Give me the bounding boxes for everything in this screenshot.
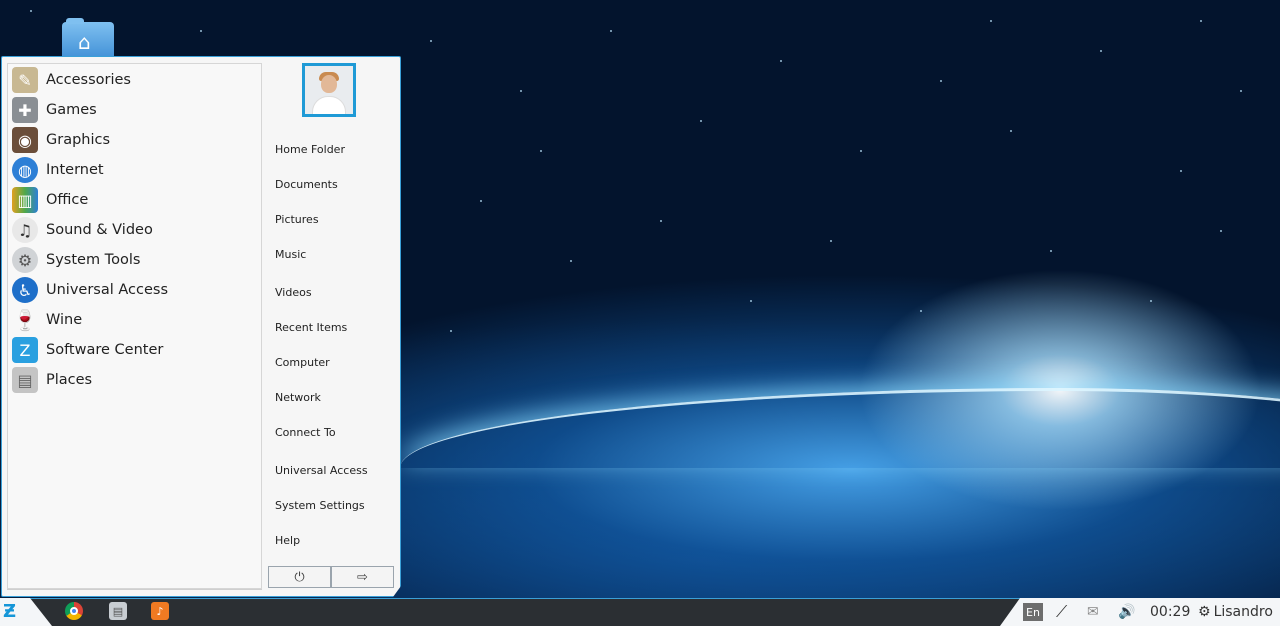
power-icon: ⏻ bbox=[294, 569, 305, 585]
file-manager-icon[interactable]: ▤ bbox=[109, 602, 127, 620]
place-videos[interactable]: Videos bbox=[275, 286, 312, 299]
headphones-icon: ♫ bbox=[12, 217, 38, 243]
category-label: Office bbox=[46, 192, 89, 208]
language-indicator[interactable]: En bbox=[1023, 601, 1043, 623]
category-label: Sound & Video bbox=[46, 222, 153, 238]
accessories-icon: ✎ bbox=[12, 67, 38, 93]
shutdown-button[interactable]: ⏻ bbox=[268, 566, 331, 588]
category-label: System Tools bbox=[46, 252, 141, 268]
gear-icon: ⚙ bbox=[1198, 604, 1211, 620]
music-player-icon[interactable]: ♪ bbox=[151, 602, 169, 620]
place-system-settings[interactable]: System Settings bbox=[275, 499, 365, 512]
place-recent-items[interactable]: Recent Items bbox=[275, 321, 347, 334]
user-avatar[interactable] bbox=[302, 63, 356, 117]
category-games[interactable]: ✚ Games bbox=[12, 96, 257, 124]
place-network[interactable]: Network bbox=[275, 391, 321, 404]
drive-icon: ▤ bbox=[12, 367, 38, 393]
start-menu: ✎ Accessories ✚ Games ◉ Graphics ◍ Inter… bbox=[1, 56, 401, 597]
gamepad-icon: ✚ bbox=[12, 97, 38, 123]
category-wine[interactable]: 🍷 Wine bbox=[12, 306, 257, 334]
house-icon: ⌂ bbox=[78, 30, 91, 54]
category-office[interactable]: ▥ Office bbox=[12, 186, 257, 214]
gears-icon: ⚙ bbox=[12, 247, 38, 273]
category-label: Games bbox=[46, 102, 97, 118]
place-music[interactable]: Music bbox=[275, 248, 306, 261]
user-menu[interactable]: ⚙ Lisandro bbox=[1198, 601, 1273, 623]
category-software-center[interactable]: Z Software Center bbox=[12, 336, 257, 364]
category-label: Software Center bbox=[46, 342, 164, 358]
divider bbox=[7, 589, 262, 590]
chrome-icon[interactable] bbox=[65, 602, 83, 620]
globe-icon: ◍ bbox=[12, 157, 38, 183]
category-system-tools[interactable]: ⚙ System Tools bbox=[12, 246, 257, 274]
category-internet[interactable]: ◍ Internet bbox=[12, 156, 257, 184]
graphics-icon: ◉ bbox=[12, 127, 38, 153]
category-label: Places bbox=[46, 372, 93, 388]
category-universal-access[interactable]: ♿ Universal Access bbox=[12, 276, 257, 304]
office-icon: ▥ bbox=[12, 187, 38, 213]
language-label: En bbox=[1023, 603, 1043, 621]
network-icon[interactable]: ⟋ bbox=[1056, 601, 1067, 623]
place-help[interactable]: Help bbox=[275, 534, 300, 547]
place-computer[interactable]: Computer bbox=[275, 356, 330, 369]
category-places[interactable]: ▤ Places bbox=[12, 366, 257, 394]
user-name: Lisandro bbox=[1213, 604, 1273, 620]
category-label: Accessories bbox=[46, 72, 131, 88]
category-label: Wine bbox=[46, 312, 83, 328]
category-label: Universal Access bbox=[46, 282, 169, 298]
software-center-icon: Z bbox=[12, 337, 38, 363]
category-sound-video[interactable]: ♫ Sound & Video bbox=[12, 216, 257, 244]
place-home-folder[interactable]: Home Folder bbox=[275, 143, 345, 156]
accessibility-icon: ♿ bbox=[12, 277, 38, 303]
clock[interactable]: 00:29 bbox=[1150, 601, 1190, 623]
logout-button[interactable]: ⇨ bbox=[331, 566, 394, 588]
home-folder-desktop-icon[interactable]: ⌂ bbox=[62, 18, 114, 60]
mail-icon[interactable]: ✉ bbox=[1087, 601, 1099, 623]
category-label: Internet bbox=[46, 162, 104, 178]
place-universal-access[interactable]: Universal Access bbox=[275, 464, 368, 477]
zorin-start-icon[interactable]: Ƶ bbox=[3, 603, 25, 621]
logout-icon: ⇨ bbox=[357, 569, 368, 585]
category-list: ✎ Accessories ✚ Games ◉ Graphics ◍ Inter… bbox=[7, 63, 262, 589]
place-documents[interactable]: Documents bbox=[275, 178, 338, 191]
place-pictures[interactable]: Pictures bbox=[275, 213, 319, 226]
category-graphics[interactable]: ◉ Graphics bbox=[12, 126, 257, 154]
earth-horizon bbox=[400, 388, 1280, 468]
volume-icon[interactable]: 🔊 bbox=[1118, 601, 1135, 623]
category-accessories[interactable]: ✎ Accessories bbox=[12, 66, 257, 94]
wine-glass-icon: 🍷 bbox=[12, 308, 38, 332]
category-label: Graphics bbox=[46, 132, 111, 148]
place-connect-to[interactable]: Connect To bbox=[275, 426, 336, 439]
